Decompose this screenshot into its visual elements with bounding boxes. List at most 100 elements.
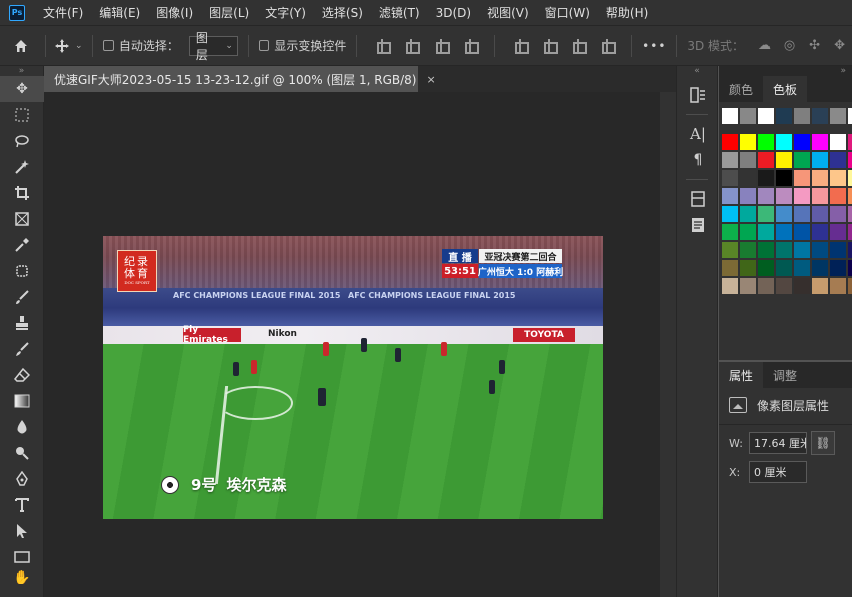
character-panel-icon[interactable]: A|: [677, 121, 719, 147]
color-swatch[interactable]: [794, 108, 810, 124]
tab-properties[interactable]: 属性: [719, 362, 764, 388]
color-swatch[interactable]: [794, 134, 810, 150]
color-swatch[interactable]: [758, 224, 774, 240]
tab-color[interactable]: 颜色: [719, 76, 763, 102]
move-tool-icon[interactable]: ✥: [0, 76, 44, 102]
color-swatch[interactable]: [794, 260, 810, 276]
color-swatch[interactable]: [758, 188, 774, 204]
menu-select[interactable]: 选择(S): [322, 4, 363, 21]
color-swatch[interactable]: [758, 260, 774, 276]
color-swatch[interactable]: [722, 134, 738, 150]
color-swatch[interactable]: [776, 260, 792, 276]
color-swatch[interactable]: [794, 188, 810, 204]
color-swatch[interactable]: [740, 134, 756, 150]
color-swatch[interactable]: [794, 278, 810, 294]
history-brush-icon[interactable]: [0, 336, 44, 362]
menu-file[interactable]: 文件(F): [43, 4, 83, 21]
color-swatch[interactable]: [740, 206, 756, 222]
color-swatch[interactable]: [830, 260, 846, 276]
brush-icon[interactable]: [0, 284, 44, 310]
color-swatch[interactable]: [794, 152, 810, 168]
color-swatch[interactable]: [758, 242, 774, 258]
align-center-icon[interactable]: [404, 38, 421, 54]
menu-image[interactable]: 图像(I): [156, 4, 193, 21]
canvas-area[interactable]: AFC CHAMPIONS LEAGUE FINAL 2015 AFC CHAM…: [44, 92, 660, 597]
color-swatch[interactable]: [830, 224, 846, 240]
rectangular-marquee-icon[interactable]: [0, 102, 44, 128]
pan-3d-icon[interactable]: ✣: [807, 38, 822, 54]
gradient-icon[interactable]: [0, 388, 44, 414]
lasso-icon[interactable]: [0, 128, 44, 154]
color-swatch[interactable]: [848, 188, 852, 204]
color-swatch[interactable]: [722, 242, 738, 258]
color-swatch[interactable]: [812, 242, 828, 258]
align-top-icon[interactable]: [513, 38, 529, 54]
align-bottom-icon[interactable]: [571, 38, 588, 54]
color-swatch[interactable]: [830, 242, 846, 258]
color-swatch[interactable]: [812, 206, 828, 222]
color-swatch[interactable]: [740, 188, 756, 204]
color-swatch[interactable]: [758, 108, 774, 124]
color-swatch[interactable]: [776, 188, 792, 204]
color-swatch[interactable]: [848, 224, 852, 240]
color-swatch[interactable]: [776, 206, 792, 222]
color-swatch[interactable]: [758, 134, 774, 150]
color-swatch[interactable]: [812, 170, 828, 186]
move-tool-icon[interactable]: [52, 38, 71, 54]
color-swatch[interactable]: [794, 224, 810, 240]
color-swatch[interactable]: [722, 206, 738, 222]
color-swatch[interactable]: [848, 242, 852, 258]
color-swatch[interactable]: [722, 260, 738, 276]
paragraph-panel-icon[interactable]: ¶: [677, 147, 719, 173]
color-swatch[interactable]: [722, 152, 738, 168]
color-swatch[interactable]: [848, 260, 852, 276]
dodge-icon[interactable]: [0, 440, 44, 466]
color-swatch[interactable]: [776, 134, 792, 150]
healing-brush-icon[interactable]: [0, 258, 44, 284]
color-swatch[interactable]: [740, 242, 756, 258]
blur-icon[interactable]: [0, 414, 44, 440]
color-swatch[interactable]: [740, 224, 756, 240]
color-swatch[interactable]: [848, 134, 852, 150]
menu-type[interactable]: 文字(Y): [265, 4, 306, 21]
document-tab[interactable]: 优速GIF大师2023-05-15 13-23-12.gif @ 100% (图…: [44, 66, 436, 92]
tab-swatches[interactable]: 色板: [763, 76, 808, 102]
rectangle-tool-icon[interactable]: [0, 544, 44, 570]
color-swatch[interactable]: [848, 206, 852, 222]
color-swatch[interactable]: [794, 242, 810, 258]
collapse-arrows-icon[interactable]: »: [0, 66, 43, 76]
align-left-icon[interactable]: [375, 38, 392, 54]
history-panel-icon[interactable]: [677, 82, 719, 108]
clone-stamp-icon[interactable]: [0, 310, 44, 336]
menu-window[interactable]: 窗口(W): [545, 4, 590, 21]
color-swatch[interactable]: [812, 134, 828, 150]
color-swatch[interactable]: [812, 260, 828, 276]
auto-select-dropdown[interactable]: 图层 ⌄: [188, 31, 238, 62]
collapse-arrows-icon[interactable]: »: [719, 66, 852, 76]
color-swatch[interactable]: [722, 278, 738, 294]
libraries-panel-icon[interactable]: [677, 186, 719, 212]
color-swatch[interactable]: [740, 152, 756, 168]
roll-3d-icon[interactable]: ◎: [782, 38, 797, 54]
link-icon[interactable]: ⛓: [811, 431, 835, 455]
menu-edit[interactable]: 编辑(E): [99, 4, 140, 21]
color-swatch[interactable]: [830, 170, 846, 186]
color-swatch[interactable]: [830, 152, 846, 168]
auto-select-checkbox[interactable]: [103, 40, 114, 51]
color-swatch[interactable]: [812, 278, 828, 294]
frame-icon[interactable]: [0, 206, 44, 232]
align-middle-icon[interactable]: [542, 38, 558, 54]
color-swatch[interactable]: [740, 108, 756, 124]
chevron-down-icon[interactable]: ⌄: [75, 41, 83, 51]
menu-help[interactable]: 帮助(H): [606, 4, 648, 21]
more-options-button[interactable]: •••: [642, 39, 666, 53]
align-right-icon[interactable]: [434, 38, 450, 54]
color-swatch[interactable]: [830, 188, 846, 204]
eyedropper-icon[interactable]: [0, 232, 44, 258]
color-swatch[interactable]: [776, 170, 792, 186]
color-swatch[interactable]: [740, 170, 756, 186]
color-swatch[interactable]: [812, 188, 828, 204]
color-swatch[interactable]: [722, 170, 738, 186]
show-transform-checkbox[interactable]: [258, 40, 270, 51]
color-swatch[interactable]: [848, 170, 852, 186]
